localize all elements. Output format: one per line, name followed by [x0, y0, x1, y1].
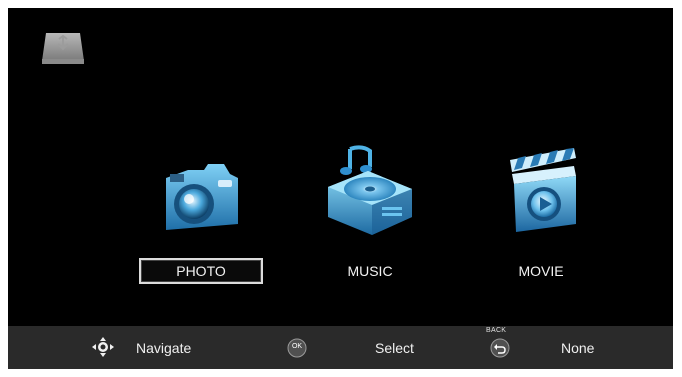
music-player-icon[interactable] [320, 143, 418, 237]
back-button-icon [490, 338, 510, 358]
button-hint-bar: Navigate OK Select BACK None [8, 326, 673, 369]
back-hint-label: None [561, 340, 595, 356]
dpad-icon [92, 337, 114, 357]
menu-item-music[interactable]: MUSIC [308, 258, 432, 284]
back-key-label: BACK [486, 327, 507, 334]
clapperboard-icon[interactable] [504, 146, 582, 234]
menu-item-movie[interactable]: MOVIE [479, 258, 603, 284]
media-browser-screen: PHOTO MUSIC MOVIE Navigate OK Select BAC… [8, 8, 673, 369]
camera-icon[interactable] [158, 156, 244, 236]
ok-button-text: OK [291, 343, 303, 350]
menu-item-label: PHOTO [176, 263, 226, 279]
menu-item-photo[interactable]: PHOTO [139, 258, 263, 284]
menu-item-label: MUSIC [347, 263, 393, 279]
select-hint-label: Select [375, 340, 414, 356]
usb-drive-icon[interactable] [40, 31, 86, 65]
menu-item-label: MOVIE [518, 263, 564, 279]
navigate-hint-label: Navigate [136, 340, 192, 356]
